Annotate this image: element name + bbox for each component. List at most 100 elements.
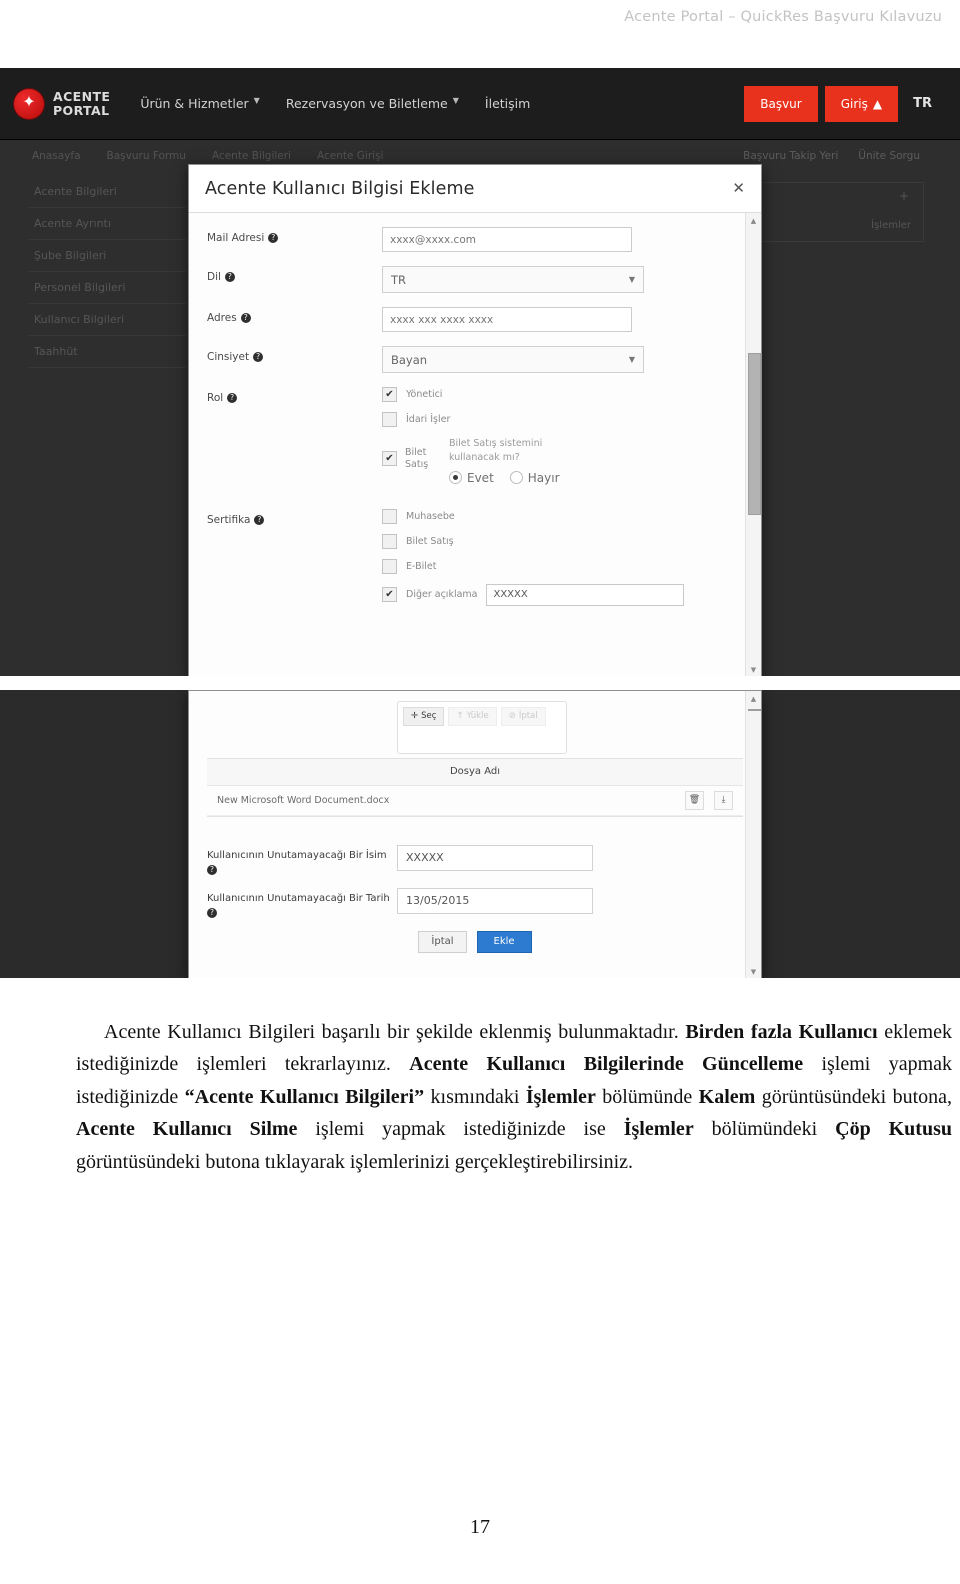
checkbox-label: İdari İşler — [406, 414, 451, 425]
radio-evet[interactable]: Evet — [449, 471, 494, 485]
memorable-name-label-text: Kullanıcının Unutamayacağı Bir İsim — [207, 849, 387, 861]
breadcrumb-item-1[interactable]: Başvuru Formu — [107, 150, 186, 162]
add-icon[interactable]: + — [899, 189, 909, 203]
sidebar-item-taahhut[interactable]: Taahhüt — [28, 336, 186, 368]
help-icon[interactable]: ? — [224, 272, 235, 282]
add-button[interactable]: Ekle — [476, 930, 532, 953]
bilet-satis-checkbox[interactable]: ✔ Bilet Satış — [382, 437, 439, 471]
role-label-text: Rol — [207, 392, 224, 404]
page-number: 17 — [470, 1516, 490, 1538]
breadcrumb-item-0[interactable]: Anasayfa — [32, 150, 81, 162]
memorable-name-input[interactable]: XXXXX — [397, 844, 593, 871]
help-icon[interactable]: ? — [240, 313, 251, 323]
breadcrumb-item-2[interactable]: Acente Bilgileri — [212, 150, 291, 162]
help-icon[interactable]: ? — [268, 233, 279, 243]
apply-button[interactable]: Başvur — [744, 85, 818, 122]
role-checkbox-bilet-satis-group: ✔ Bilet Satış Bilet Satış sistemini kull… — [382, 437, 743, 485]
breadcrumb-item-3[interactable]: Acente Girişi — [317, 150, 383, 162]
memorable-date-label-text: Kullanıcının Unutamayacağı Bir Tarih — [207, 892, 390, 904]
role-checkbox-yonetici[interactable]: ✔ Yönetici — [382, 387, 743, 402]
add-user-modal: Acente Kullanıcı Bilgisi Ekleme ✕ ▲ ▼ Ma… — [188, 164, 762, 676]
file-name-cell: New Microsoft Word Document.docx — [217, 794, 390, 806]
checkbox-box-other[interactable]: ✔ — [382, 587, 397, 602]
cancel-button[interactable]: İptal — [418, 930, 467, 953]
scrollbar-thumb[interactable] — [748, 353, 761, 515]
help-icon[interactable]: ? — [253, 352, 264, 362]
select-file-button[interactable]: ✛ Seç — [403, 707, 445, 726]
scroll-up-icon[interactable]: ▲ — [746, 691, 761, 706]
sidebar-item-kullanici-bilgileri[interactable]: Kullanıcı Bilgileri — [28, 304, 186, 336]
navbar-actions: Başvur Giriş ▲ TR — [744, 85, 946, 122]
field-row-gender: Cinsiyet ? Bayan ▼ — [207, 346, 743, 373]
certificate-checkbox-bilet-satis[interactable]: Bilet Satış — [382, 533, 743, 549]
gender-select[interactable]: Bayan ▼ — [382, 346, 644, 373]
nav-link-urun-hizmetler[interactable]: Ürün & Hizmetler ▼ — [140, 96, 260, 111]
checkbox-box — [382, 533, 397, 549]
right-link-1[interactable]: Ünite Sorgu — [858, 150, 920, 162]
p-seg-14: İşlemler — [623, 1118, 694, 1141]
modal-scrollbar[interactable]: ▲ ▼ — [745, 213, 761, 676]
certificate-checkbox-muhasebe[interactable]: Muhasebe — [382, 508, 743, 524]
mail-input[interactable]: xxxx@xxxx.com — [382, 227, 632, 252]
other-description-input[interactable]: XXXXX — [486, 583, 685, 606]
modal-body-lower: ▲ ▼ ✛ Seç ↑ Yükle ⊘ İptal Dosya Adı New … — [189, 691, 761, 978]
upload-file-button[interactable]: ↑ Yükle — [448, 707, 497, 726]
help-icon[interactable]: ? — [227, 393, 238, 403]
language-select[interactable]: TR ▼ — [382, 266, 644, 293]
scroll-up-icon[interactable]: ▲ — [746, 213, 761, 228]
right-link-0[interactable]: Başvuru Takip Yeri — [743, 150, 838, 162]
sidebar-item-sube-bilgileri[interactable]: Şube Bilgileri — [28, 240, 186, 272]
screenshot-panel-bottom: ▲ ▼ ✛ Seç ↑ Yükle ⊘ İptal Dosya Adı New … — [0, 690, 960, 978]
nav-link-iletisim[interactable]: İletişim — [485, 96, 530, 111]
add-user-modal-continued: ▲ ▼ ✛ Seç ↑ Yükle ⊘ İptal Dosya Adı New … — [188, 690, 762, 978]
nav-link-rezervasyon-biletleme[interactable]: Rezervasyon ve Biletleme ▼ — [286, 96, 459, 111]
field-row-memorable-name: Kullanıcının Unutamayacağı Bir İsim ? XX… — [207, 844, 743, 875]
scroll-down-icon[interactable]: ▼ — [746, 662, 761, 676]
clear-file-button[interactable]: ⊘ İptal — [500, 707, 546, 726]
p-seg-8: İşlemler — [525, 1085, 596, 1108]
language-select-value: TR — [391, 272, 407, 287]
radio-circle — [509, 471, 523, 484]
role-checkbox-idari-isler[interactable]: İdari İşler — [382, 412, 743, 427]
scroll-down-icon[interactable]: ▼ — [746, 964, 761, 978]
language-control: TR ▼ — [382, 266, 743, 293]
checkbox-label: Bilet Satış — [406, 535, 454, 547]
field-row-role: Rol ? ✔ Yönetici İdari İşler ✔ Bilet Sat… — [207, 387, 743, 495]
login-button[interactable]: Giriş ▲ — [824, 85, 899, 122]
trash-icon[interactable]: 🗑 — [685, 790, 704, 810]
bird-glyph: ✦ — [22, 93, 36, 111]
file-dropzone[interactable] — [403, 726, 561, 748]
chevron-down-icon: ▼ — [452, 96, 459, 105]
p-seg-12: Acente Kullanıcı Silme — [76, 1118, 298, 1141]
mail-label: Mail Adresi ? — [207, 227, 382, 244]
upload-icon: ↑ — [456, 711, 464, 721]
checkbox-box: ✔ — [382, 387, 397, 402]
download-icon[interactable]: ⤓ — [714, 790, 733, 810]
language-label-text: Dil — [207, 271, 221, 283]
help-icon[interactable]: ? — [207, 907, 217, 918]
address-label: Adres ? — [207, 307, 382, 324]
help-icon[interactable]: ? — [254, 514, 265, 525]
sidebar-item-personel-bilgileri[interactable]: Personel Bilgileri — [28, 272, 186, 304]
radio-circle — [449, 471, 462, 484]
checkbox-label: Muhasebe — [406, 510, 455, 522]
brand-line-2: PORTAL — [53, 102, 110, 118]
address-input[interactable]: xxxx xxx xxxx xxxx — [382, 307, 632, 332]
checkbox-label: Bilet Satış — [405, 447, 439, 471]
gender-select-value: Bayan — [391, 352, 428, 367]
app-navbar: ✦ ACENTE PORTAL Ürün & Hizmetler ▼ Rezer… — [0, 68, 960, 140]
checkbox-box: ✔ — [382, 451, 397, 467]
file-picker: ✛ Seç ↑ Yükle ⊘ İptal — [397, 701, 567, 754]
help-icon[interactable]: ? — [207, 864, 217, 875]
scrollbar-thumb[interactable] — [748, 709, 761, 711]
brand-logo[interactable]: ✦ ACENTE PORTAL — [14, 88, 110, 119]
radio-hayir[interactable]: Hayır — [509, 471, 560, 485]
sidebar-item-acente-ayrinti[interactable]: Acente Ayrıntı — [28, 208, 186, 240]
p-seg-2: Birden fazla Kullanıcı — [685, 1021, 878, 1043]
close-icon[interactable]: ✕ — [732, 181, 745, 196]
memorable-date-input[interactable]: 13/05/2015 — [397, 887, 593, 914]
modal-scrollbar-lower[interactable]: ▲ ▼ — [745, 691, 761, 978]
sidebar-item-acente-bilgileri[interactable]: Acente Bilgileri — [28, 176, 186, 208]
language-selector[interactable]: TR — [905, 96, 940, 111]
certificate-checkbox-ebilet[interactable]: E-Bilet — [382, 558, 743, 574]
